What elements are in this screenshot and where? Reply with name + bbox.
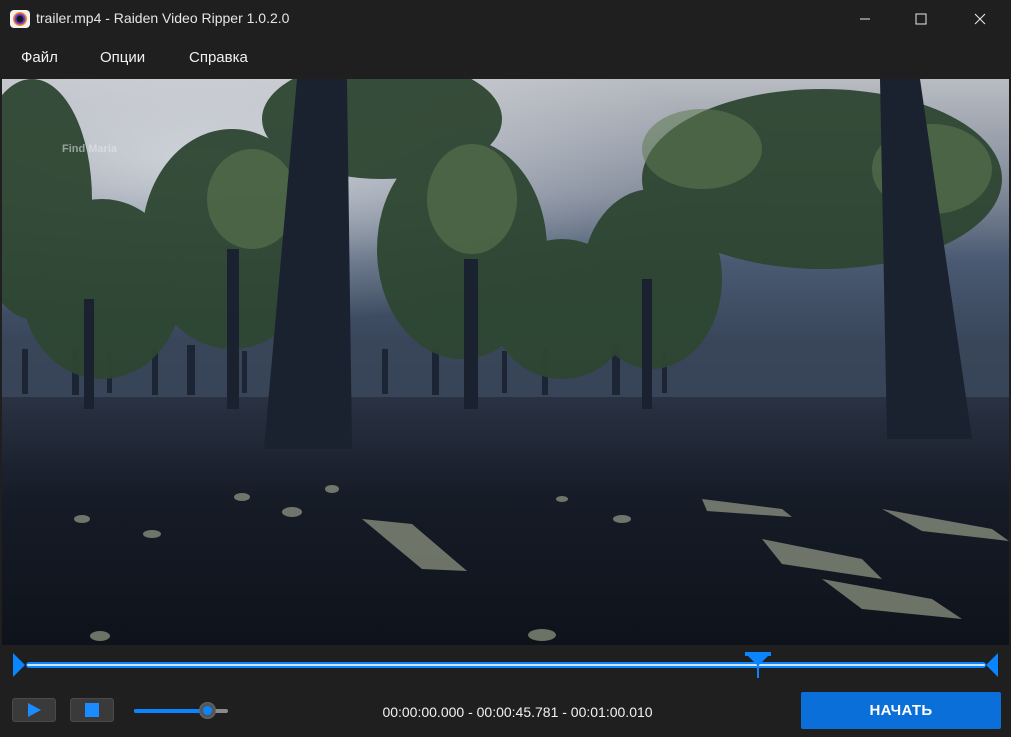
- menu-help[interactable]: Справка: [189, 49, 248, 66]
- play-button[interactable]: [12, 698, 56, 722]
- timeline[interactable]: [0, 645, 1011, 687]
- menu-options[interactable]: Опции: [100, 49, 145, 66]
- menu-bar: Файл Опции Справка: [0, 38, 1011, 78]
- timeline-track[interactable]: [26, 662, 986, 668]
- app-icon: [10, 10, 30, 28]
- app-window: trailer.mp4 - Raiden Video Ripper 1.0.2.…: [0, 0, 1011, 737]
- start-button[interactable]: НАЧАТЬ: [801, 692, 1001, 729]
- maximize-button[interactable]: [893, 0, 949, 38]
- volume-knob[interactable]: [198, 702, 216, 719]
- minimize-icon: [860, 18, 870, 20]
- selection-end-marker[interactable]: [985, 653, 999, 677]
- menu-file[interactable]: Файл: [21, 49, 58, 66]
- playhead-marker[interactable]: [745, 652, 772, 678]
- maximize-icon: [915, 13, 927, 25]
- selection-start-marker[interactable]: [12, 653, 26, 677]
- playback-controls: 00:00:00.000 - 00:00:45.781 - 00:01:00.0…: [0, 687, 1011, 737]
- title-bar[interactable]: trailer.mp4 - Raiden Video Ripper 1.0.2.…: [0, 0, 1011, 38]
- volume-slider[interactable]: [134, 702, 228, 719]
- volume-fill: [134, 709, 208, 713]
- stop-icon: [85, 703, 99, 717]
- video-frame: [2, 79, 1009, 645]
- close-icon: [974, 13, 986, 25]
- play-icon: [28, 703, 41, 717]
- stop-button[interactable]: [70, 698, 114, 722]
- video-watermark: Find Maria: [62, 143, 118, 155]
- close-button[interactable]: [952, 0, 1008, 38]
- time-range-readout: 00:00:00.000 - 00:00:45.781 - 00:01:00.0…: [382, 704, 653, 720]
- video-preview[interactable]: Find Maria: [2, 79, 1009, 645]
- minimize-button[interactable]: [837, 0, 893, 38]
- window-title: trailer.mp4 - Raiden Video Ripper 1.0.2.…: [36, 10, 290, 26]
